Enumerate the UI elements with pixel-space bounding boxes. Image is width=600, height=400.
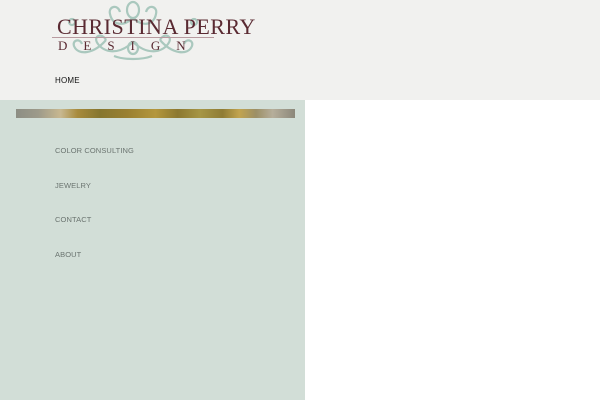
sidebar-item-about[interactable]: ABOUT — [55, 250, 81, 259]
sidebar-item-contact[interactable]: CONTACT — [55, 215, 91, 224]
logo-tagline: DESIGN — [58, 38, 202, 53]
header-photo-strip — [16, 109, 295, 118]
site-logo[interactable]: CHRISTINA PERRY DESIGN — [52, 0, 255, 62]
site-header: CHRISTINA PERRY DESIGN HOME — [0, 0, 600, 100]
nav-home-link[interactable]: HOME — [55, 76, 80, 85]
main-content-area — [305, 100, 600, 400]
sidebar-item-color-consulting[interactable]: COLOR CONSULTING — [55, 146, 134, 155]
sidebar-item-jewelry[interactable]: JEWELRY — [55, 181, 91, 190]
sidebar: COLOR CONSULTING JEWELRY CONTACT ABOUT — [0, 100, 305, 400]
